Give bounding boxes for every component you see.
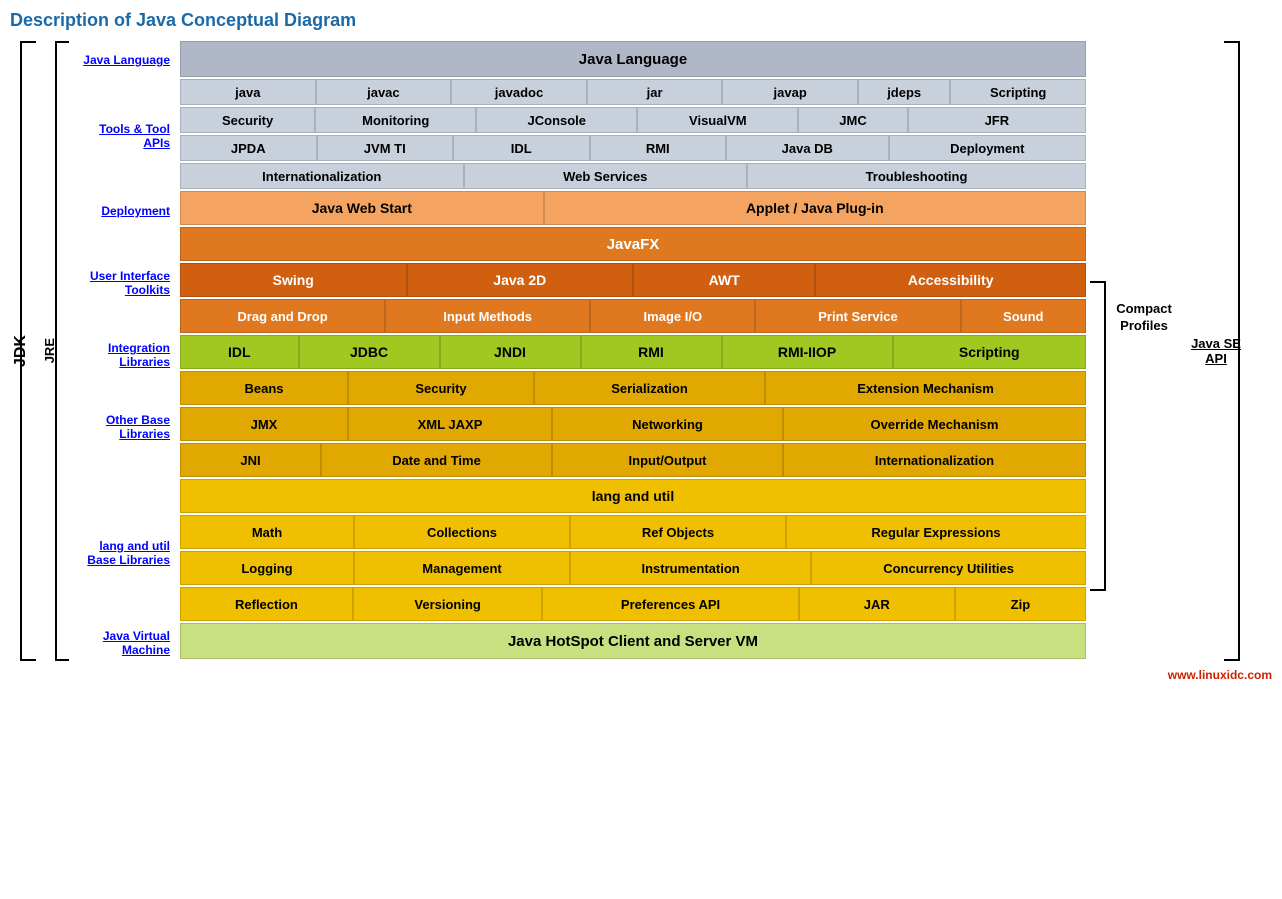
lang-row1: Math Collections Ref Objects Regular Exp…: [180, 515, 1086, 549]
cell-jdbc: JDBC: [299, 335, 440, 369]
cell-math: Math: [180, 515, 354, 549]
ui-label: User Interface Toolkits: [70, 229, 175, 337]
cell-scripting2: Scripting: [893, 335, 1087, 369]
cell-prefsapi: Preferences API: [542, 587, 798, 621]
cell-datetime: Date and Time: [321, 443, 552, 477]
lang-row2: Logging Management Instrumentation Concu…: [180, 551, 1086, 585]
lang-util-header-row: lang and util: [180, 479, 1086, 513]
cell-reflection: Reflection: [180, 587, 353, 621]
cell-rmi: RMI: [590, 135, 727, 161]
cell-collections: Collections: [354, 515, 570, 549]
watermark: www.linuxidc.com: [1168, 668, 1272, 682]
cell-webstart: Java Web Start: [180, 191, 544, 225]
cell-jconsole: JConsole: [476, 107, 637, 133]
java-language-header: Java Language: [180, 41, 1086, 77]
cell-awt: AWT: [633, 263, 815, 297]
other-row2: JMX XML JAXP Networking Override Mechani…: [180, 407, 1086, 441]
cell-inputmethods: Input Methods: [385, 299, 590, 333]
cell-management: Management: [354, 551, 570, 585]
lang-row3: Reflection Versioning Preferences API JA…: [180, 587, 1086, 621]
cell-rmiiiop: RMI-IIOP: [722, 335, 893, 369]
tools-row1: java javac javadoc jar javap jdeps Scrip…: [180, 79, 1086, 105]
java-language-label: Java Language: [70, 41, 175, 79]
ui-row1: Swing Java 2D AWT Accessibility: [180, 263, 1086, 297]
cell-accessibility: Accessibility: [815, 263, 1086, 297]
cell-zip: Zip: [955, 587, 1086, 621]
deployment-label: Deployment: [70, 193, 175, 229]
cell-inputoutput: Input/Output: [552, 443, 783, 477]
cell-regex: Regular Expressions: [786, 515, 1086, 549]
cell-logging: Logging: [180, 551, 354, 585]
cell-networking: Networking: [552, 407, 783, 441]
cell-override: Override Mechanism: [783, 407, 1086, 441]
cell-jfr: JFR: [908, 107, 1086, 133]
cell-java2d: Java 2D: [407, 263, 634, 297]
lang-util-header: lang and util: [180, 479, 1086, 513]
cell-jmx: JMX: [180, 407, 348, 441]
cell-security2: Security: [348, 371, 534, 405]
cell-serialization: Serialization: [534, 371, 765, 405]
cell-swing: Swing: [180, 263, 407, 297]
cell-java: java: [180, 79, 316, 105]
other-row3: JNI Date and Time Input/Output Internati…: [180, 443, 1086, 477]
cell-javadoc: javadoc: [451, 79, 587, 105]
page-title: Description of Java Conceptual Diagram: [10, 10, 1272, 31]
cell-applet: Applet / Java Plug-in: [544, 191, 1086, 225]
cell-i18n2: Internationalization: [783, 443, 1086, 477]
cell-refobjects: Ref Objects: [570, 515, 786, 549]
jvm-label: Java Virtual Machine: [70, 625, 175, 661]
cell-jni: JNI: [180, 443, 321, 477]
cell-idl2: IDL: [180, 335, 299, 369]
cell-imageio: Image I/O: [590, 299, 755, 333]
cell-jar: jar: [587, 79, 723, 105]
cell-javac: javac: [316, 79, 452, 105]
cell-i18n: Internationalization: [180, 163, 464, 189]
cell-visualvm: VisualVM: [637, 107, 798, 133]
tools-row3: JPDA JVM TI IDL RMI Java DB Deployment: [180, 135, 1086, 161]
integration-row: IDL JDBC JNDI RMI RMI-IIOP Scripting: [180, 335, 1086, 369]
tools-row2: Security Monitoring JConsole VisualVM JM…: [180, 107, 1086, 133]
javafx-row: JavaFX: [180, 227, 1086, 261]
cell-jvmti: JVM TI: [317, 135, 454, 161]
cell-webservices: Web Services: [464, 163, 748, 189]
cell-extension: Extension Mechanism: [765, 371, 1086, 405]
jvm-row: Java HotSpot Client and Server VM: [180, 623, 1086, 659]
lang-util-label: lang and util Base Libraries: [70, 481, 175, 625]
deployment-row: Java Web Start Applet / Java Plug-in: [180, 191, 1086, 225]
cell-javafx: JavaFX: [180, 227, 1086, 261]
ui-row2: Drag and Drop Input Methods Image I/O Pr…: [180, 299, 1086, 333]
cell-troubleshooting: Troubleshooting: [747, 163, 1086, 189]
java-se-api-label: Java SE API: [1182, 336, 1250, 366]
cell-xmljaxp: XML JAXP: [348, 407, 552, 441]
cell-deployment: Deployment: [889, 135, 1086, 161]
cell-idl: IDL: [453, 135, 590, 161]
cell-printservice: Print Service: [755, 299, 960, 333]
cell-beans: Beans: [180, 371, 348, 405]
cell-monitoring: Monitoring: [315, 107, 476, 133]
cell-sound: Sound: [961, 299, 1086, 333]
other-row1: Beans Security Serialization Extension M…: [180, 371, 1086, 405]
cell-scripting: Scripting: [950, 79, 1086, 105]
cell-rmi2: RMI: [581, 335, 722, 369]
cell-jmc: JMC: [798, 107, 907, 133]
cell-javap: javap: [722, 79, 858, 105]
tools-label: Tools & Tool APIs: [70, 79, 175, 193]
cell-draganddrop: Drag and Drop: [180, 299, 385, 333]
other-base-label: Other Base Libraries: [70, 373, 175, 481]
cell-jndi: JNDI: [440, 335, 581, 369]
cell-instrumentation: Instrumentation: [570, 551, 811, 585]
jvm-cell: Java HotSpot Client and Server VM: [180, 623, 1086, 659]
tools-row4: Internationalization Web Services Troubl…: [180, 163, 1086, 189]
cell-javadb: Java DB: [726, 135, 889, 161]
cell-security: Security: [180, 107, 315, 133]
cell-jar: JAR: [799, 587, 955, 621]
cell-concurrency: Concurrency Utilities: [811, 551, 1086, 585]
cell-jdeps: jdeps: [858, 79, 950, 105]
cell-jpda: JPDA: [180, 135, 317, 161]
cell-versioning: Versioning: [353, 587, 543, 621]
compact-profiles-label: Compact Profiles: [1108, 301, 1180, 335]
integration-label: Integration Libraries: [70, 337, 175, 373]
java-language-header-row: Java Language: [180, 41, 1086, 77]
